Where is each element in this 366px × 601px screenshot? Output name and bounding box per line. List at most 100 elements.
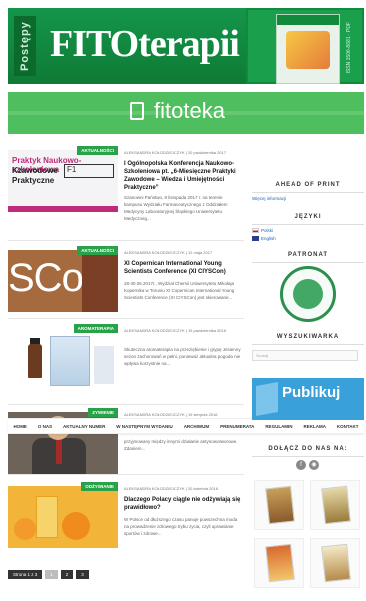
category-badge[interactable]: ZYWIENIE [88, 408, 118, 417]
thumb-text: Praktyczne [12, 176, 55, 185]
article-item[interactable]: AROMATERAPIA ALEKSANDRA KOŁODZIEJCZYK | … [8, 324, 244, 398]
article-excerpt: Skuteczna aromaterapia na przeziębienie … [124, 347, 241, 366]
main-navigation: HOME O NAS AKTUALNY NUMER W NASTĘPNYM WY… [8, 418, 364, 434]
article-item[interactable]: ODŻYWIANIE ALEKSANDRA KOŁODZIEJCZYK | 20… [8, 482, 244, 556]
ahead-of-print-title: AHEAD OF PRINT [275, 182, 341, 188]
product-box-image [50, 336, 90, 386]
nav-reklama[interactable]: REKLAMA [303, 424, 326, 429]
magazine-cover-image[interactable] [276, 14, 340, 84]
juice-glass-image [36, 496, 58, 538]
book-thumbnail[interactable] [254, 480, 304, 530]
article-meta: ALEKSANDRA KOŁODZIEJCZYK | 20 październi… [124, 150, 226, 155]
thumb-text: Kzawodowe [12, 166, 58, 175]
book-thumbnail[interactable] [310, 480, 360, 530]
ahead-more-link[interactable]: Więcej informacji [252, 196, 286, 201]
product-box-image [94, 346, 114, 384]
page-link[interactable]: 3 [76, 570, 89, 579]
patron-seal-logo[interactable] [280, 266, 336, 322]
book-cover [265, 485, 295, 525]
page-link-current[interactable]: 1 [45, 570, 58, 579]
article-thumbnail[interactable]: SCon [8, 250, 118, 312]
article-meta: ALEKSANDRA KOŁODZIEJCZYK | 12 maja 2017 [124, 250, 213, 255]
category-badge[interactable]: AROMATERAPIA [73, 324, 118, 333]
category-badge[interactable]: AKTUALNOŚCI [77, 246, 118, 255]
divider [252, 456, 364, 457]
divider [252, 224, 364, 225]
article-excerpt: 28-30.06.2017r., Wydział Chemii Uniwersy… [124, 281, 235, 300]
book-cover [321, 485, 351, 525]
article-item[interactable]: SCon AKTUALNOŚCI ALEKSANDRA KOŁODZIEJCZY… [8, 246, 244, 320]
article-thumbnail[interactable] [8, 328, 118, 390]
languages-title: JĘZYKI [294, 214, 322, 220]
article-title[interactable]: XI Copernican International Young Scient… [124, 260, 244, 276]
article-thumbnail[interactable] [8, 486, 118, 548]
category-badge[interactable]: ODŻYWIANIE [81, 482, 118, 491]
category-badge[interactable]: AKTUALNOŚCI [77, 146, 118, 155]
nav-home[interactable]: HOME [13, 424, 27, 429]
article-item[interactable]: Praktyk Naukowo-szkoleniowa Kzawodowe Pr… [8, 146, 244, 221]
banner-title: fitoteka [154, 98, 225, 123]
issn-label: ISSN 1506-8681 · PDF [346, 22, 352, 74]
brand-area[interactable]: Postępy FITOterapii [8, 8, 246, 84]
brand-badge: Postępy [14, 16, 36, 76]
book-thumbnail[interactable] [310, 538, 360, 588]
rss-icon[interactable]: ◉ [309, 460, 319, 470]
book-cover [321, 543, 351, 583]
lang-label: English [261, 236, 276, 241]
follow-title: DOŁĄCZ DO NAS NA: [268, 446, 348, 452]
pagination: Strona 1 z 3 1 2 3 [8, 570, 89, 579]
cover-picture [286, 31, 330, 69]
nav-w-nastepnym-wydaniu[interactable]: W NASTĘPNYM WYDANIU [116, 424, 173, 429]
orange-image [62, 512, 90, 540]
oil-bottle-image [28, 344, 42, 378]
search-title: WYSZUKIWARKA [276, 334, 340, 340]
patronat-title: PATRONAT [288, 252, 328, 258]
nav-prenumerata[interactable]: PRENUMERATA [220, 424, 254, 429]
conference-logo: F1 [64, 164, 114, 178]
divider [252, 192, 364, 193]
book-icon [130, 102, 144, 120]
nav-archiwum[interactable]: ARCHIWUM [184, 424, 210, 429]
cover-strip [277, 15, 339, 25]
divider [8, 404, 244, 405]
promo-text: Publikuj [282, 384, 341, 401]
lang-english[interactable]: English [252, 236, 276, 241]
book-thumbnail[interactable] [254, 538, 304, 588]
search-input[interactable]: Szukaj [252, 350, 358, 361]
divider [8, 318, 244, 319]
nav-aktualny-numer[interactable]: AKTUALNY NUMER [63, 424, 105, 429]
divider [8, 240, 244, 241]
facebook-icon[interactable]: f [296, 460, 306, 470]
person-tie [56, 440, 62, 464]
article-excerpt: przyjmowany między innymi działanie anty… [124, 439, 238, 451]
promo-shape [256, 382, 278, 416]
article-thumbnail[interactable]: Praktyk Naukowo-szkoleniowa Kzawodowe Pr… [8, 150, 118, 212]
article-meta: ALEKSANDRA KOŁODZIEJCZYK | 20 kwietnia 2… [124, 486, 218, 491]
thumb-shade [82, 250, 118, 312]
nav-regulamin[interactable]: REGULAMIN [265, 424, 292, 429]
nav-o-nas[interactable]: O NAS [38, 424, 52, 429]
flag-pl-icon [252, 228, 259, 233]
article-meta: ALEKSANDRA KOŁODZIEJCZYK | 19 październi… [124, 328, 226, 333]
nav-kontakt[interactable]: KONTAKT [337, 424, 359, 429]
divider [252, 262, 364, 263]
page: Postępy FITOterapii ISSN 1506-8681 · PDF… [0, 0, 366, 601]
divider [252, 344, 364, 345]
lang-polish[interactable]: Polski [252, 228, 273, 233]
site-header: Postępy FITOterapii ISSN 1506-8681 · PDF [8, 8, 364, 84]
thumb-bar [8, 206, 118, 212]
article-title[interactable]: I Ogólnopolska Konferencja Naukowo-Szkol… [124, 160, 244, 192]
article-excerpt: Szanowni Państwo, 8 listopada 2017 r. na… [124, 195, 228, 221]
fitoteka-banner[interactable]: fitoteka [8, 92, 364, 134]
seal-emblem [293, 279, 323, 309]
flag-en-icon [252, 236, 259, 241]
publish-promo-banner[interactable]: Publikuj [252, 378, 364, 420]
brand-title[interactable]: FITOterapii [50, 22, 240, 66]
book-cover [265, 543, 295, 583]
page-link[interactable]: 2 [60, 570, 74, 579]
social-links: f ◉ [296, 460, 319, 470]
article-title[interactable]: Dlaczego Polacy ciągle nie odżywiają się… [124, 496, 244, 512]
pagination-label: Strona 1 z 3 [8, 570, 43, 579]
article-excerpt: W Polsce od dłuższego czasu panuje powsz… [124, 517, 238, 536]
divider [8, 474, 244, 475]
